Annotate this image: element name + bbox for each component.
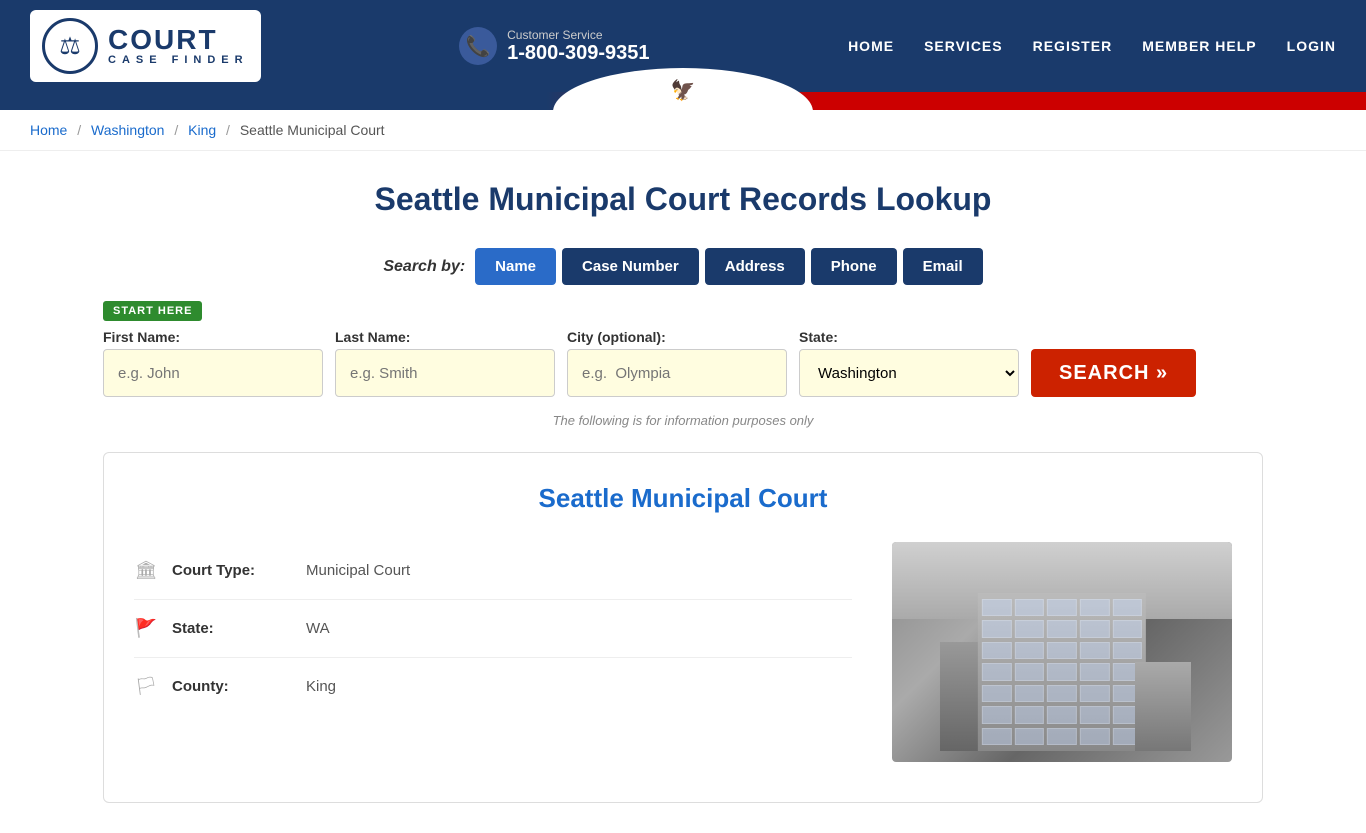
- court-county-row: 🏳 County: King: [134, 658, 852, 715]
- tab-case-number[interactable]: Case Number: [562, 248, 699, 285]
- breadcrumb-sep-1: /: [77, 122, 81, 138]
- breadcrumb-washington[interactable]: Washington: [91, 122, 164, 138]
- city-label: City (optional):: [567, 329, 787, 345]
- court-type-row: 🏛 Court Type: Municipal Court: [134, 542, 852, 600]
- banner-stripe: ★ ★ ★ 🦅 ★ ★ ★: [0, 92, 1366, 110]
- court-type-icon: 🏛: [134, 560, 158, 581]
- nav-login[interactable]: LOGIN: [1287, 38, 1336, 54]
- court-state-row: 🚩 State: WA: [134, 600, 852, 658]
- header: COURT CASE FINDER 📞 Customer Service 1-8…: [0, 0, 1366, 110]
- start-here-badge: START HERE: [103, 301, 202, 321]
- nav-services[interactable]: SERVICES: [924, 38, 1003, 54]
- info-note: The following is for information purpose…: [103, 413, 1263, 428]
- tab-name[interactable]: Name: [475, 248, 556, 285]
- court-image-area: [892, 542, 1232, 762]
- logo-box: COURT CASE FINDER: [30, 10, 261, 82]
- search-fields-row: First Name: Last Name: City (optional): …: [103, 329, 1263, 397]
- eagle-icon: 🦅: [671, 78, 696, 103]
- court-county-value: King: [306, 678, 336, 695]
- search-by-label: Search by:: [383, 258, 465, 276]
- breadcrumb: Home / Washington / King / Seattle Munic…: [0, 110, 1366, 151]
- nav-register[interactable]: REGISTER: [1033, 38, 1113, 54]
- breadcrumb-sep-3: /: [226, 122, 230, 138]
- nav-home[interactable]: HOME: [848, 38, 894, 54]
- search-form-area: START HERE First Name: Last Name: City (…: [103, 301, 1263, 397]
- logo-court-text: COURT: [108, 26, 249, 54]
- city-input[interactable]: [567, 349, 787, 397]
- logo-emblem: [42, 18, 98, 74]
- court-details-grid: 🏛 Court Type: Municipal Court 🚩 State: W…: [134, 542, 1232, 762]
- state-select[interactable]: AlabamaAlaskaArizonaArkansasCaliforniaCo…: [799, 349, 1019, 397]
- court-info: 🏛 Court Type: Municipal Court 🚩 State: W…: [134, 542, 852, 762]
- breadcrumb-king[interactable]: King: [188, 122, 216, 138]
- first-name-input[interactable]: [103, 349, 323, 397]
- breadcrumb-current: Seattle Municipal Court: [240, 122, 385, 138]
- last-name-group: Last Name:: [335, 329, 555, 397]
- search-button[interactable]: SEARCH »: [1031, 349, 1196, 397]
- court-building-image: [892, 542, 1232, 762]
- city-group: City (optional):: [567, 329, 787, 397]
- tab-address[interactable]: Address: [705, 248, 805, 285]
- breadcrumb-home[interactable]: Home: [30, 122, 67, 138]
- logo-finder-text: CASE FINDER: [108, 54, 249, 66]
- court-county-icon: 🏳: [134, 676, 158, 697]
- nav-links: HOME SERVICES REGISTER MEMBER HELP LOGIN: [848, 38, 1336, 54]
- tab-phone[interactable]: Phone: [811, 248, 897, 285]
- first-name-group: First Name:: [103, 329, 323, 397]
- court-state-value: WA: [306, 620, 330, 637]
- stars-right: ★ ★ ★: [703, 85, 735, 96]
- court-type-label: Court Type:: [172, 562, 292, 579]
- court-type-value: Municipal Court: [306, 562, 410, 579]
- breadcrumb-sep-2: /: [174, 122, 178, 138]
- customer-service: 📞 Customer Service 1-800-309-9351: [459, 27, 649, 65]
- court-card: Seattle Municipal Court 🏛 Court Type: Mu…: [103, 452, 1263, 803]
- cs-label: Customer Service: [507, 28, 649, 42]
- nav-member-help[interactable]: MEMBER HELP: [1142, 38, 1256, 54]
- court-state-icon: 🚩: [134, 618, 158, 639]
- tab-email[interactable]: Email: [903, 248, 983, 285]
- last-name-input[interactable]: [335, 349, 555, 397]
- court-county-label: County:: [172, 678, 292, 695]
- cs-phone: 1-800-309-9351: [507, 42, 649, 65]
- main-content: Seattle Municipal Court Records Lookup S…: [83, 151, 1283, 833]
- last-name-label: Last Name:: [335, 329, 555, 345]
- stars-left: ★ ★ ★: [630, 85, 662, 96]
- phone-icon: 📞: [459, 27, 497, 65]
- page-title: Seattle Municipal Court Records Lookup: [103, 181, 1263, 218]
- first-name-label: First Name:: [103, 329, 323, 345]
- logo-text: COURT CASE FINDER: [108, 26, 249, 66]
- search-by-row: Search by: Name Case Number Address Phon…: [103, 248, 1263, 285]
- state-label: State:: [799, 329, 1019, 345]
- court-card-title: Seattle Municipal Court: [134, 483, 1232, 514]
- court-state-label: State:: [172, 620, 292, 637]
- state-group: State: AlabamaAlaskaArizonaArkansasCalif…: [799, 329, 1019, 397]
- cs-text: Customer Service 1-800-309-9351: [507, 28, 649, 65]
- logo-area: COURT CASE FINDER: [30, 10, 261, 82]
